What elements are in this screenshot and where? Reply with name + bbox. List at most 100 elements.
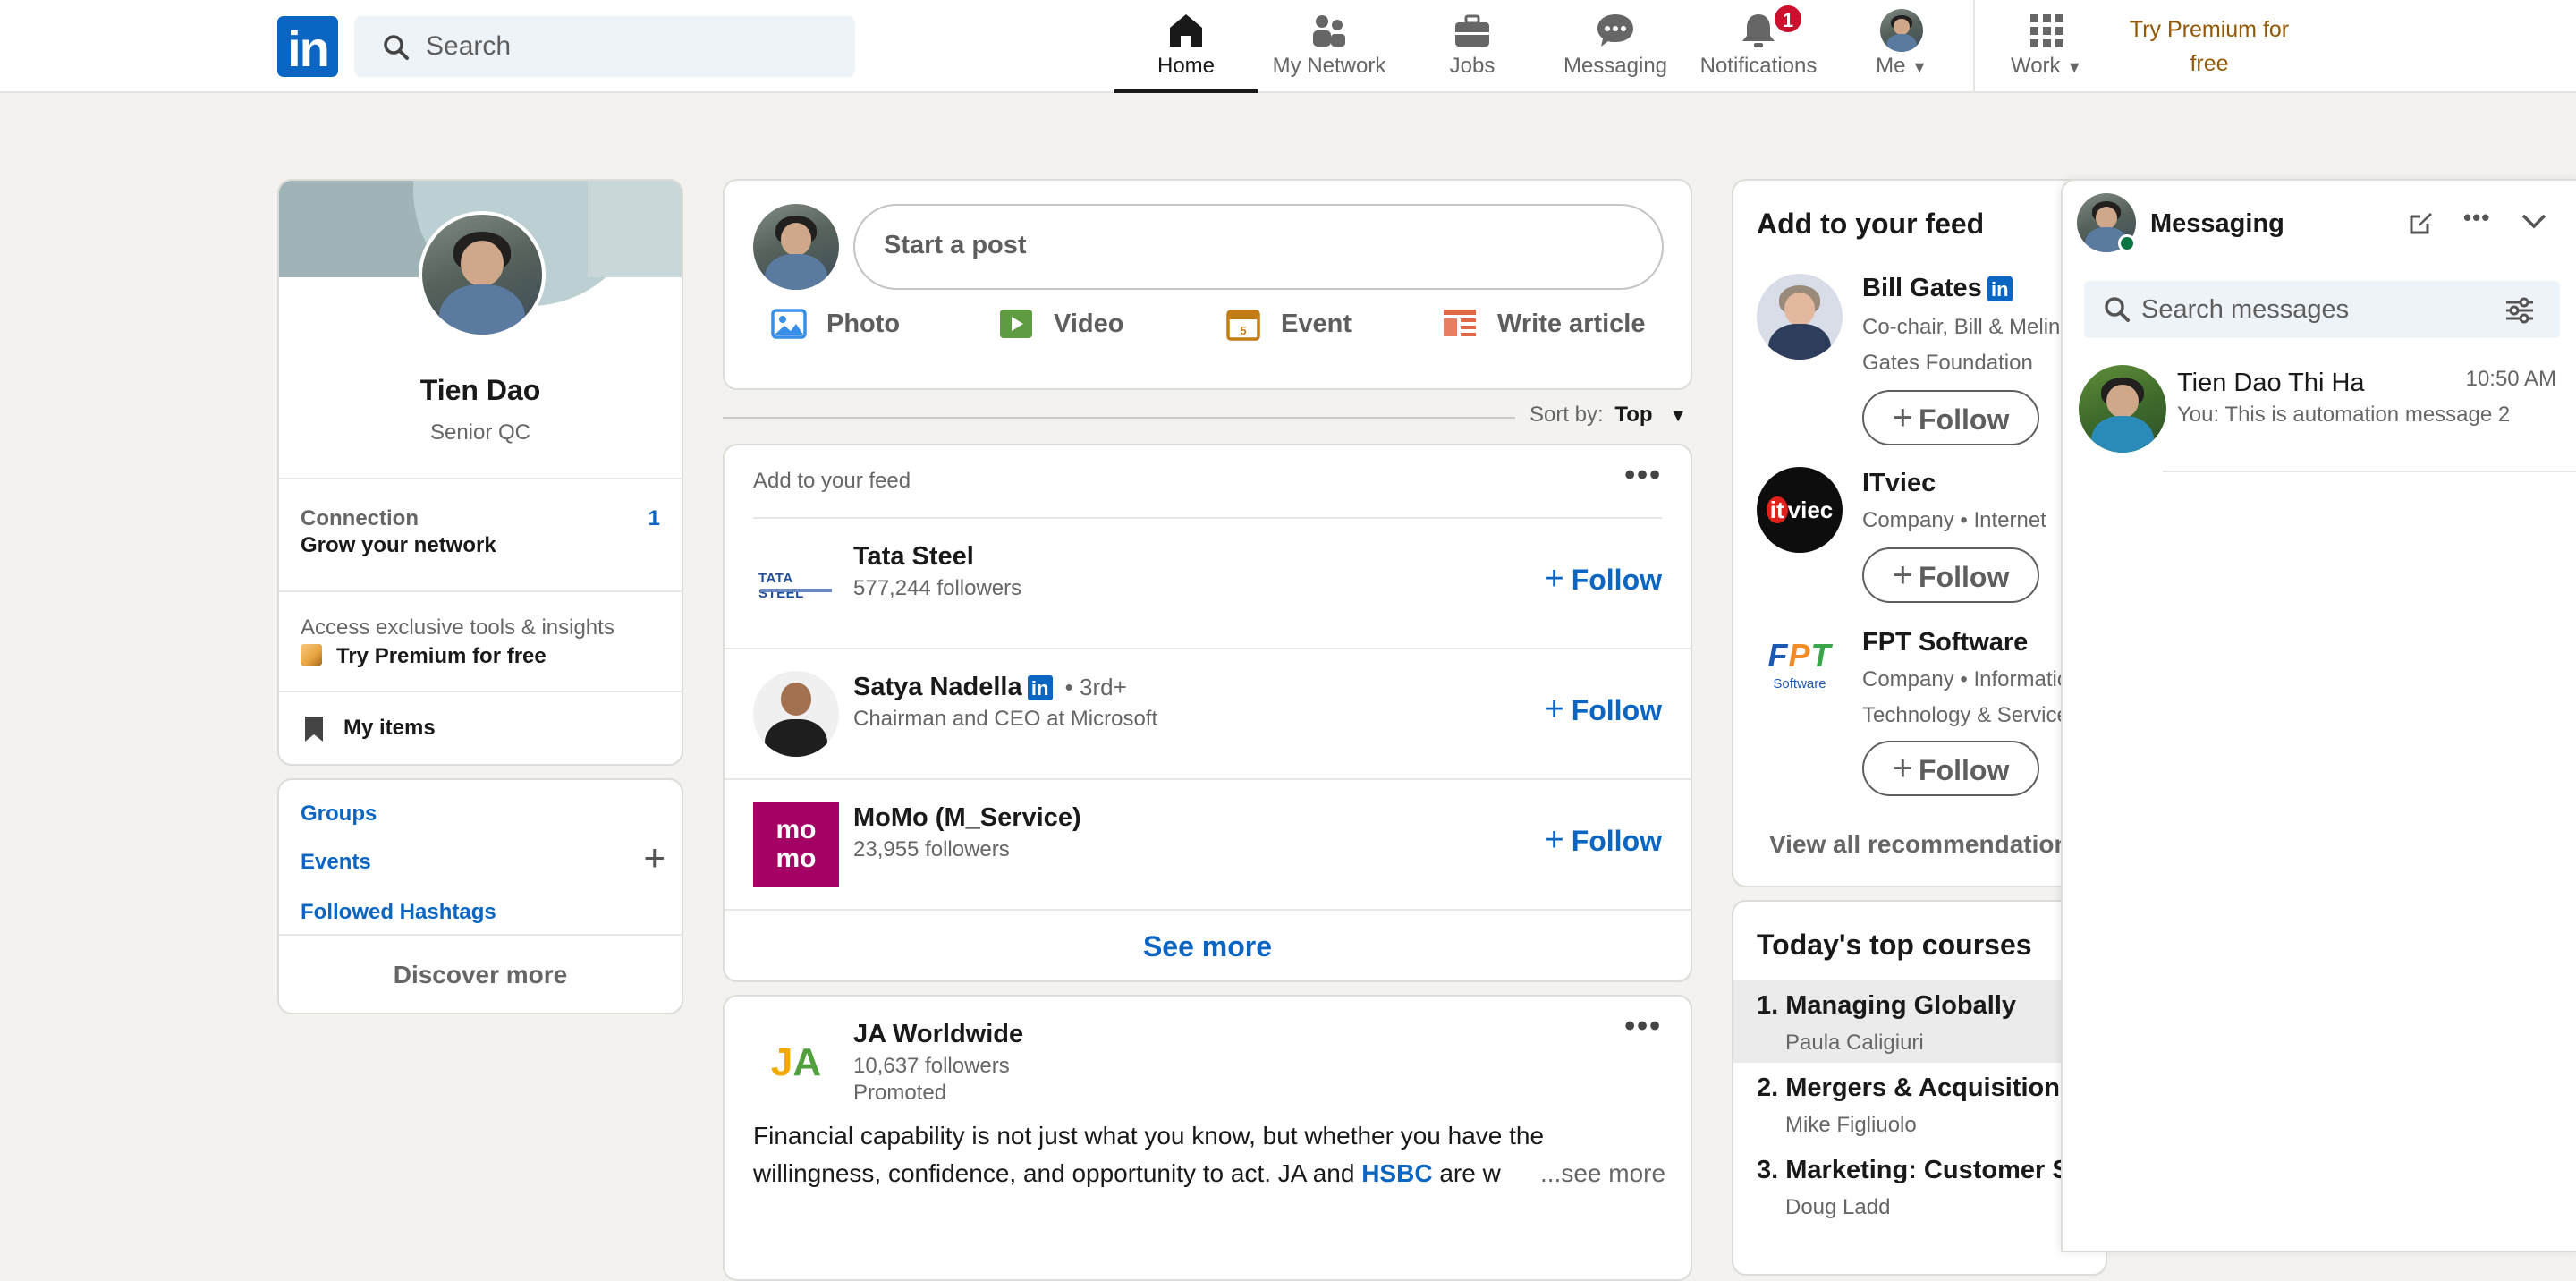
- messaging-more-icon[interactable]: •••: [2463, 204, 2490, 232]
- try-premium-link[interactable]: Try Premium for free: [2111, 13, 2308, 81]
- follow-button[interactable]: + Follow: [1544, 560, 1662, 598]
- linkedin-influencer-icon: in: [1027, 675, 1053, 701]
- itviec-logo[interactable]: it viec: [1757, 467, 1843, 553]
- post-author-followers: 10,637 followers: [853, 1054, 1010, 1078]
- sort-divider: [723, 417, 1515, 419]
- nav-notifications[interactable]: 1 Notifications: [1687, 0, 1830, 93]
- briefcase-icon: [1455, 14, 1489, 47]
- messaging-header[interactable]: Messaging •••: [2063, 181, 2576, 267]
- suggestion-name-row[interactable]: Satya Nadella in • 3rd+: [853, 673, 1127, 702]
- nav-jobs-label: Jobs: [1449, 54, 1496, 78]
- chevron-down-icon[interactable]: [2521, 211, 2547, 231]
- share-avatar: [753, 204, 839, 290]
- write-article-button[interactable]: Write article: [1442, 297, 1645, 351]
- search-messages-input[interactable]: [2140, 292, 2479, 327]
- course-item[interactable]: 3. Marketing: Customer S Doug Ladd: [1733, 1145, 2106, 1227]
- messaging-title: Messaging: [2150, 209, 2284, 238]
- recommendations-title: Add to your feed: [1757, 208, 1985, 240]
- premium-promo[interactable]: Access exclusive tools & insights Try Pr…: [279, 592, 682, 691]
- sort-label: Sort by:: [1530, 403, 1604, 427]
- conversation-item[interactable]: Tien Dao Thi Ha 10:50 AM You: This is au…: [2063, 356, 2576, 472]
- more-options-icon[interactable]: •••: [1624, 1009, 1662, 1044]
- search-input[interactable]: [424, 29, 835, 64]
- course-title: 2. Mergers & Acquisitions: [1757, 1073, 2075, 1102]
- my-items-row[interactable]: My items: [279, 692, 682, 764]
- start-post-button[interactable]: Start a post: [853, 204, 1664, 290]
- events-link[interactable]: Events: [301, 850, 371, 875]
- promoted-tag: Promoted: [853, 1081, 947, 1105]
- see-more-button[interactable]: See more: [724, 930, 1690, 963]
- view-all-recommendations-link[interactable]: View all recommendations: [1769, 830, 2083, 859]
- chat-icon: [1597, 14, 1633, 47]
- article-icon: [1444, 310, 1476, 336]
- photo-button[interactable]: Photo: [771, 297, 900, 351]
- ja-worldwide-logo[interactable]: JA: [753, 1020, 839, 1106]
- promoted-post: JA JA Worldwide 10,637 followers Promote…: [723, 995, 1692, 1281]
- messaging-search[interactable]: [2084, 281, 2560, 338]
- connections-row[interactable]: Connection Grow your network 1: [279, 479, 682, 590]
- tata-steel-logo[interactable]: TATA STEEL: [753, 540, 839, 626]
- follow-button[interactable]: + Follow: [1544, 821, 1662, 860]
- conversation-avatar: [2079, 365, 2166, 453]
- event-label: Event: [1281, 309, 1352, 338]
- suggestion-name[interactable]: Tata Steel: [853, 542, 974, 572]
- share-box: Start a post Photo Video 5 Event Write a…: [723, 179, 1692, 390]
- nav-work[interactable]: Work ▼: [1975, 0, 2118, 93]
- nav-my-network[interactable]: My Network: [1258, 0, 1401, 93]
- nav-home[interactable]: Home: [1114, 0, 1258, 93]
- post-see-more[interactable]: ...see more: [1535, 1159, 1666, 1188]
- course-title: 1. Managing Globally: [1757, 991, 2017, 1020]
- follow-button[interactable]: + Follow: [1544, 691, 1662, 729]
- hsbc-link[interactable]: HSBC: [1361, 1159, 1432, 1187]
- plus-icon: +: [1892, 556, 1914, 595]
- courses-title: Today's top courses: [1757, 929, 2032, 961]
- plus-icon: +: [1544, 691, 1564, 728]
- global-nav: in Home My Network Jobs Messaging 1 Noti…: [0, 0, 2576, 93]
- online-status-dot: [2118, 234, 2136, 252]
- bill-gates-avatar[interactable]: [1757, 274, 1843, 360]
- video-button[interactable]: Video: [998, 297, 1123, 351]
- recommend-name[interactable]: ITviec: [1862, 469, 1936, 498]
- more-options-icon[interactable]: •••: [1624, 458, 1662, 493]
- follow-button[interactable]: + Follow: [1862, 741, 2039, 796]
- premium-icon: [301, 644, 322, 666]
- post-author[interactable]: JA Worldwide: [853, 1020, 1023, 1049]
- network-icon: [1313, 15, 1345, 47]
- event-button[interactable]: 5 Event: [1225, 297, 1352, 351]
- sort-control[interactable]: Sort by: Top ▼: [1530, 403, 1687, 428]
- nav-work-label: Work ▼: [2010, 54, 2083, 78]
- groups-link[interactable]: Groups: [301, 802, 377, 827]
- discover-more-button[interactable]: Discover more: [279, 961, 682, 989]
- profile-name[interactable]: Tien Dao: [279, 374, 682, 407]
- follow-button[interactable]: + Follow: [1862, 547, 2039, 603]
- course-item[interactable]: 2. Mergers & Acquisitions Mike Figliuolo: [1733, 1063, 2106, 1145]
- recommend-name[interactable]: FPT Software: [1862, 628, 2028, 657]
- follow-button[interactable]: + Follow: [1862, 390, 2039, 445]
- momo-logo[interactable]: mo mo: [753, 802, 839, 887]
- nav-messaging[interactable]: Messaging: [1544, 0, 1687, 93]
- nav-home-label: Home: [1157, 54, 1216, 78]
- course-title: 3. Marketing: Customer S: [1757, 1156, 2070, 1184]
- recommend-name[interactable]: Bill Gates in: [1862, 274, 2012, 303]
- conversation-name: Tien Dao Thi Ha: [2177, 369, 2365, 397]
- satya-avatar[interactable]: [753, 671, 839, 757]
- nav-me-label: Me ▼: [1876, 54, 1928, 78]
- hashtags-link[interactable]: Followed Hashtags: [301, 900, 496, 925]
- suggestion-name[interactable]: MoMo (M_Service): [853, 803, 1081, 833]
- nav-jobs[interactable]: Jobs: [1401, 0, 1544, 93]
- connection-degree: • 3rd+: [1064, 674, 1127, 700]
- post-text-line: willingness, confidence, and opportunity…: [753, 1159, 1501, 1187]
- feed-suggestions-card: Add to your feed ••• TATA STEEL Tata Ste…: [723, 444, 1692, 982]
- messaging-panel: Messaging ••• Tien Dao Thi Ha 10:50 AM Y…: [2061, 179, 2576, 1252]
- fpt-software-logo[interactable]: FPT Software: [1757, 628, 1843, 714]
- add-event-icon[interactable]: +: [643, 839, 665, 877]
- grid-icon: [2030, 14, 2063, 47]
- linkedin-logo[interactable]: in: [277, 16, 338, 77]
- nav-me[interactable]: Me ▼: [1830, 0, 1973, 93]
- compose-icon[interactable]: [2408, 209, 2435, 236]
- global-search[interactable]: [354, 16, 855, 77]
- filter-icon[interactable]: [2504, 297, 2535, 324]
- course-item[interactable]: 1. Managing Globally Paula Caligiuri: [1733, 980, 2106, 1063]
- bookmark-icon: [305, 717, 323, 742]
- profile-avatar[interactable]: [419, 211, 546, 338]
